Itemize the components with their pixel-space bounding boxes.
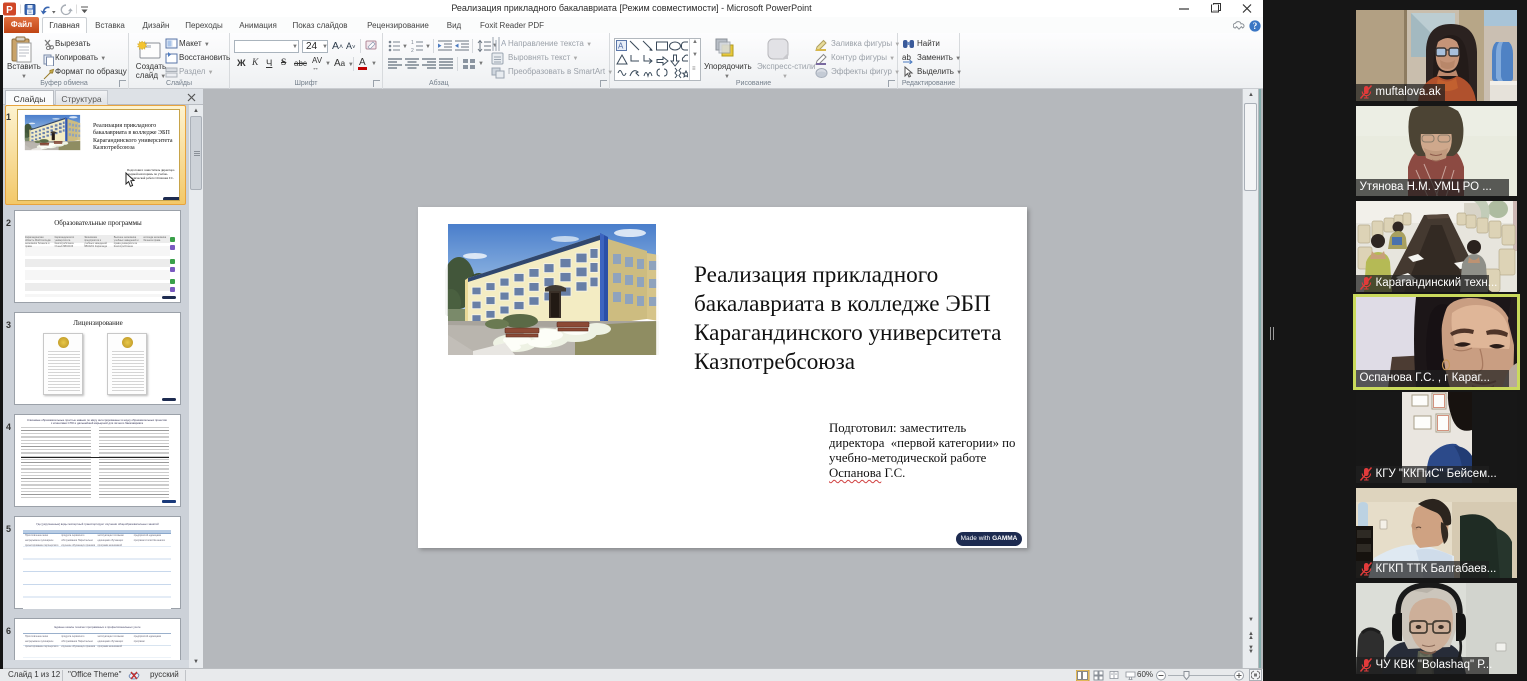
svg-text:2: 2 [411, 48, 414, 52]
svg-text:1: 1 [411, 40, 414, 46]
svg-text:A: A [618, 42, 624, 51]
svg-text:A: A [501, 39, 506, 48]
svg-text:?: ? [1253, 21, 1258, 31]
